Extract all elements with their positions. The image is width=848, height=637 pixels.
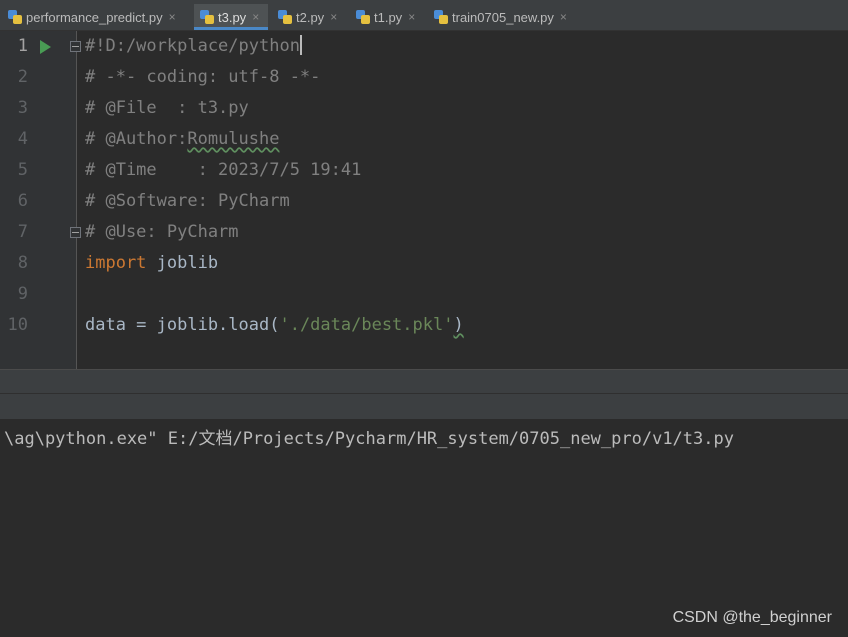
close-icon[interactable]: × <box>330 10 337 24</box>
line-number: 4 <box>17 129 28 149</box>
code-text: data = joblib.load('./data/best.pkl') <box>85 315 464 335</box>
python-file-icon <box>8 10 22 24</box>
line-number: 9 <box>17 284 28 304</box>
line-number: 1 <box>17 36 28 56</box>
tab-t1[interactable]: t1.py × <box>356 4 422 30</box>
editor-bottom-divider <box>0 369 848 394</box>
code-text: # -*- coding: utf-8 -*- <box>85 67 321 87</box>
tab-label: performance_predict.py <box>26 9 163 25</box>
code-line-1[interactable]: 1 #!D:/workplace/python <box>0 31 848 62</box>
python-file-icon <box>200 10 214 24</box>
code-text: # @Use: PyCharm <box>85 222 239 242</box>
code-line-10[interactable]: 10 data = joblib.load('./data/best.pkl') <box>0 310 848 341</box>
close-icon[interactable]: × <box>408 10 415 24</box>
close-icon[interactable]: × <box>560 10 567 24</box>
python-file-icon <box>356 10 370 24</box>
tab-train0705-new[interactable]: train0705_new.py × <box>434 4 574 30</box>
tab-t3[interactable]: t3.py × <box>194 4 268 30</box>
run-console[interactable]: \ag\python.exe" E:/文档/Projects/Pycharm/H… <box>0 419 848 637</box>
code-line-4[interactable]: 4 # @Author:Romulushe <box>0 124 848 155</box>
code-line-5[interactable]: 5 # @Time : 2023/7/5 19:41 <box>0 155 848 186</box>
code-line-6[interactable]: 6 # @Software: PyCharm <box>0 186 848 217</box>
text-caret <box>299 35 302 55</box>
code-line-2[interactable]: 2 # -*- coding: utf-8 -*- <box>0 62 848 93</box>
editor-tab-bar: performance_predict.py × t3.py × t2.py ×… <box>0 0 848 31</box>
tab-performance-predict[interactable]: performance_predict.py × <box>8 4 186 30</box>
code-text: #!D:/workplace/python <box>85 35 302 56</box>
line-number: 6 <box>17 191 28 211</box>
code-text: # @File : t3.py <box>85 98 249 118</box>
console-output-line: \ag\python.exe" E:/文档/Projects/Pycharm/H… <box>4 429 734 449</box>
run-icon[interactable] <box>40 40 51 54</box>
watermark: CSDN @the_beginner <box>672 609 832 626</box>
spell-check-word: Romulushe <box>187 129 280 149</box>
fold-marker-icon[interactable] <box>70 227 81 238</box>
code-text: import joblib <box>85 253 219 273</box>
code-line-3[interactable]: 3 # @File : t3.py <box>0 93 848 124</box>
code-line-7[interactable]: 7 # @Use: PyCharm <box>0 217 848 248</box>
line-number: 3 <box>17 98 28 118</box>
line-number: 8 <box>17 253 28 273</box>
tab-label: train0705_new.py <box>452 9 554 25</box>
line-number: 10 <box>7 315 28 335</box>
tab-label: t2.py <box>296 9 325 25</box>
fold-marker-icon[interactable] <box>70 41 81 52</box>
tab-label: t3.py <box>218 9 247 25</box>
code-text: # @Software: PyCharm <box>85 191 290 211</box>
python-file-icon <box>278 10 292 24</box>
code-text: # @Author:Romulushe <box>85 129 280 149</box>
string-literal: './data/best.pkl' <box>279 315 454 335</box>
close-icon[interactable]: × <box>252 10 259 24</box>
line-number: 2 <box>17 67 28 87</box>
line-number: 7 <box>17 222 28 242</box>
line-number: 5 <box>17 160 28 180</box>
code-text: # @Time : 2023/7/5 19:41 <box>85 160 362 180</box>
code-line-9[interactable]: 9 <box>0 279 848 310</box>
python-file-icon <box>434 10 448 24</box>
tab-label: t1.py <box>374 9 403 25</box>
code-editor[interactable]: 1 #!D:/workplace/python 2 # -*- coding: … <box>0 31 848 369</box>
code-line-8[interactable]: 8 import joblib <box>0 248 848 279</box>
run-panel-header <box>0 393 848 420</box>
keyword: import <box>85 253 147 273</box>
close-icon[interactable]: × <box>169 10 176 24</box>
tab-t2[interactable]: t2.py × <box>278 4 342 30</box>
